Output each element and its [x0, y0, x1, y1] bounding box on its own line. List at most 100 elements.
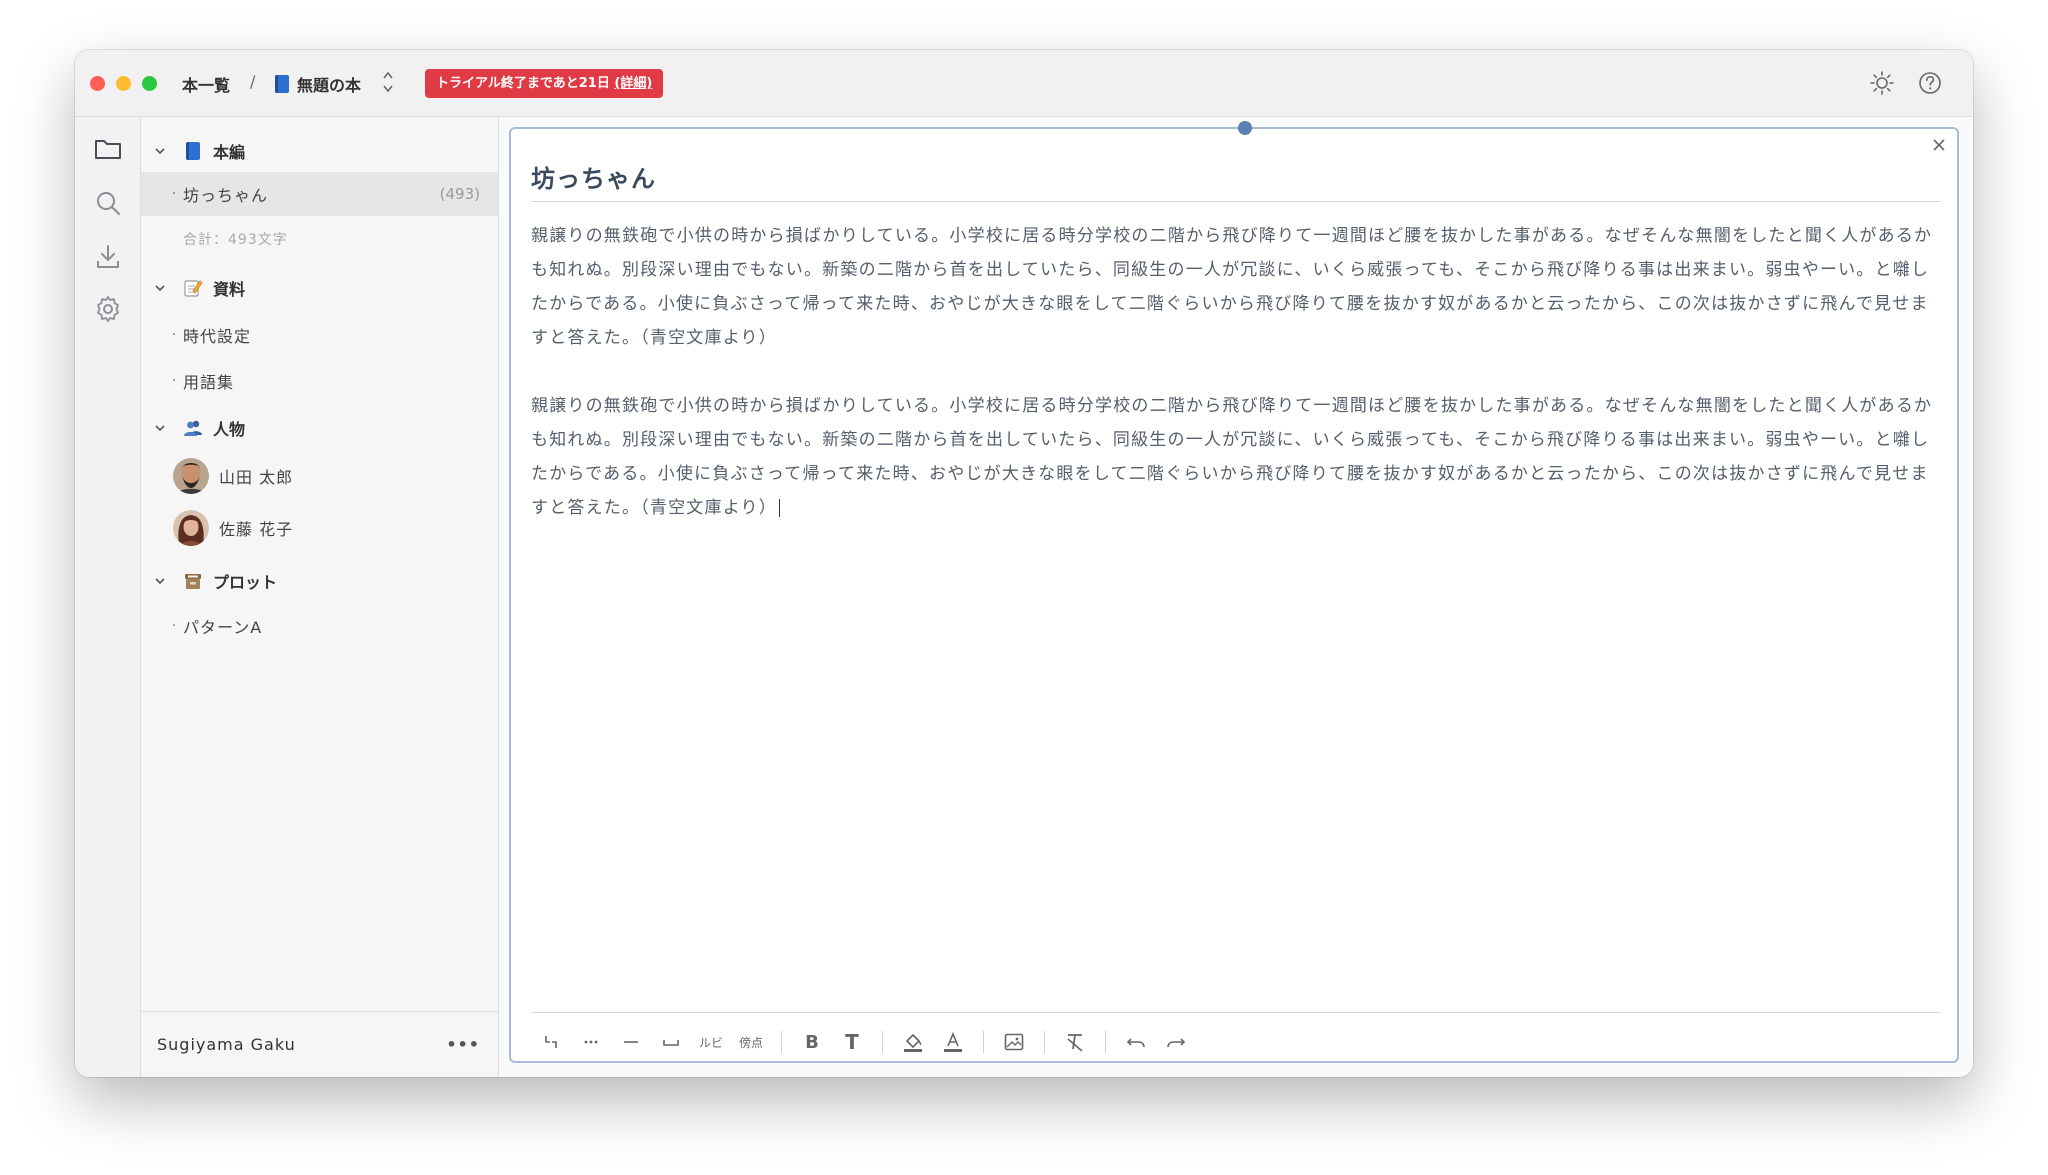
- emphasis-dots-button[interactable]: 傍点: [731, 1024, 771, 1060]
- section-label: 資料: [213, 280, 246, 299]
- chevron-down-icon: [155, 425, 165, 432]
- chevron-down-icon: [155, 578, 165, 585]
- folder-icon[interactable]: [92, 133, 124, 165]
- book-switch-icon[interactable]: [381, 68, 395, 96]
- avatar: [173, 458, 209, 494]
- toolbar-separator: [781, 1031, 782, 1053]
- app-window: 本一覧 / 無題の本 トライアル終了まであと21日 (詳細) 本編 · 坊っちゃ…: [75, 50, 1973, 1077]
- section-materials[interactable]: 資料: [141, 270, 498, 306]
- window-close-button[interactable]: [90, 76, 105, 91]
- trial-badge[interactable]: トライアル終了まであと21日 (詳細): [425, 69, 664, 98]
- insert-image-button[interactable]: [994, 1024, 1034, 1060]
- section-main[interactable]: 本編: [141, 133, 498, 169]
- tree-item-glossary[interactable]: · 用語集: [141, 359, 498, 403]
- icon-rail: [75, 117, 141, 1077]
- user-name: Sugiyama Gaku: [157, 1035, 296, 1054]
- section-plot[interactable]: プロット: [141, 563, 498, 599]
- resize-handle[interactable]: [1238, 121, 1252, 135]
- bullet: ·: [172, 186, 177, 202]
- tree-item-era-setting[interactable]: · 時代設定: [141, 313, 498, 357]
- breadcrumb-separator: /: [250, 72, 256, 91]
- character-sato[interactable]: 佐藤 花子: [141, 503, 498, 553]
- chevron-down-icon: [155, 285, 165, 292]
- toolbar-separator: [983, 1031, 984, 1053]
- section-label: 本編: [213, 143, 246, 162]
- theme-toggle-icon[interactable]: [1868, 69, 1896, 97]
- heading-button[interactable]: T: [832, 1024, 872, 1060]
- toolbar-separator: [1105, 1031, 1106, 1053]
- breadcrumb-book[interactable]: 無題の本: [275, 72, 361, 96]
- help-icon[interactable]: [1916, 69, 1944, 97]
- dash-icon: [624, 1041, 638, 1043]
- bracket-icon: [545, 1036, 557, 1048]
- format-toolbar: ルビ 傍点 B T: [531, 1022, 1196, 1062]
- clear-format-button[interactable]: [1055, 1024, 1095, 1060]
- book-tree-sidebar: 本編 · 坊っちゃん (493) 合計：493文字 資料 · 時代設定 · 用語…: [141, 117, 499, 1077]
- space-button[interactable]: [651, 1024, 691, 1060]
- editor-card: 坊っちゃん 親譲りの無鉄砲で小供の時から損ばかりしている。小学校に居る時分学校の…: [509, 121, 1959, 1063]
- text-color-button[interactable]: [933, 1024, 973, 1060]
- ruby-label: ルビ: [698, 1035, 723, 1050]
- document-body[interactable]: 親譲りの無鉄砲で小供の時から損ばかりしている。小学校に居る時分学校の二階から飛び…: [531, 219, 1941, 799]
- tree-item-pattern-a[interactable]: · パターンA: [141, 604, 498, 648]
- toolbar-separator: [1044, 1031, 1045, 1053]
- clear-format-icon: [1067, 1034, 1083, 1052]
- book-icon: [275, 75, 289, 93]
- bold-button[interactable]: B: [792, 1024, 832, 1060]
- section-characters[interactable]: 人物: [141, 410, 498, 446]
- settings-gear-icon[interactable]: [92, 293, 124, 325]
- section-label: プロット: [213, 573, 278, 592]
- char-count: (493): [439, 185, 480, 203]
- title-divider: [531, 201, 1941, 202]
- chevron-down-icon: [155, 148, 165, 155]
- window-maximize-button[interactable]: [142, 76, 157, 91]
- ruby-button[interactable]: ルビ: [691, 1024, 731, 1060]
- character-yamada[interactable]: 山田 太郎: [141, 451, 498, 501]
- tree-item-label: パターンA: [183, 618, 263, 637]
- paragraph: 親譲りの無鉄砲で小供の時から損ばかりしている。小学校に居る時分学校の二階から飛び…: [531, 226, 1933, 348]
- image-icon: [1004, 1033, 1024, 1051]
- quote-bracket-button[interactable]: [531, 1024, 571, 1060]
- subtotal-text: 合計：493文字: [183, 232, 288, 248]
- tree-item-label: 時代設定: [183, 327, 252, 346]
- section-label: 人物: [213, 420, 246, 439]
- tree-item-label: 用語集: [183, 373, 235, 392]
- bullet: ·: [172, 327, 177, 343]
- editor-pane: 坊っちゃん 親譲りの無鉄砲で小供の時から損ばかりしている。小学校に居る時分学校の…: [499, 117, 1973, 1077]
- redo-button[interactable]: [1156, 1024, 1196, 1060]
- character-label: 山田 太郎: [219, 468, 294, 487]
- avatar: [173, 510, 209, 546]
- window-minimize-button[interactable]: [116, 76, 131, 91]
- download-icon[interactable]: [92, 241, 124, 273]
- tree-item-botchan[interactable]: · 坊っちゃん (493): [141, 172, 498, 216]
- trial-detail-link[interactable]: (詳細): [614, 76, 652, 91]
- undo-icon: [1126, 1038, 1145, 1048]
- bullet: ·: [172, 618, 177, 634]
- tree-item-label: 坊っちゃん: [183, 186, 269, 205]
- text-caret: [778, 499, 780, 517]
- undo-button[interactable]: [1116, 1024, 1156, 1060]
- bold-label: B: [805, 1031, 819, 1053]
- paint-bucket-icon: [904, 1034, 922, 1052]
- highlight-color-button[interactable]: [893, 1024, 933, 1060]
- people-icon: [184, 420, 202, 436]
- dash-button[interactable]: [611, 1024, 651, 1060]
- toolbar-divider: [531, 1012, 1941, 1013]
- trial-text: トライアル終了まであと21日: [436, 76, 610, 91]
- title-bar: 本一覧 / 無題の本 トライアル終了まであと21日 (詳細): [75, 50, 1973, 117]
- toolbar-separator: [882, 1031, 883, 1053]
- breadcrumb-home[interactable]: 本一覧: [182, 72, 230, 96]
- sidebar-footer: Sugiyama Gaku •••: [141, 1011, 498, 1077]
- more-menu-button[interactable]: •••: [446, 1035, 480, 1054]
- file-box-icon: [185, 574, 201, 589]
- ellipsis-icon: [584, 1040, 598, 1044]
- book-icon: [183, 141, 203, 161]
- space-icon: [663, 1040, 679, 1046]
- document-title[interactable]: 坊っちゃん: [531, 159, 656, 194]
- ellipsis-button[interactable]: [571, 1024, 611, 1060]
- book-title: 無題の本: [297, 76, 362, 95]
- emphasis-label: 傍点: [738, 1035, 763, 1050]
- search-icon[interactable]: [92, 187, 124, 219]
- text-color-icon: [944, 1031, 962, 1052]
- close-icon[interactable]: [1929, 135, 1949, 155]
